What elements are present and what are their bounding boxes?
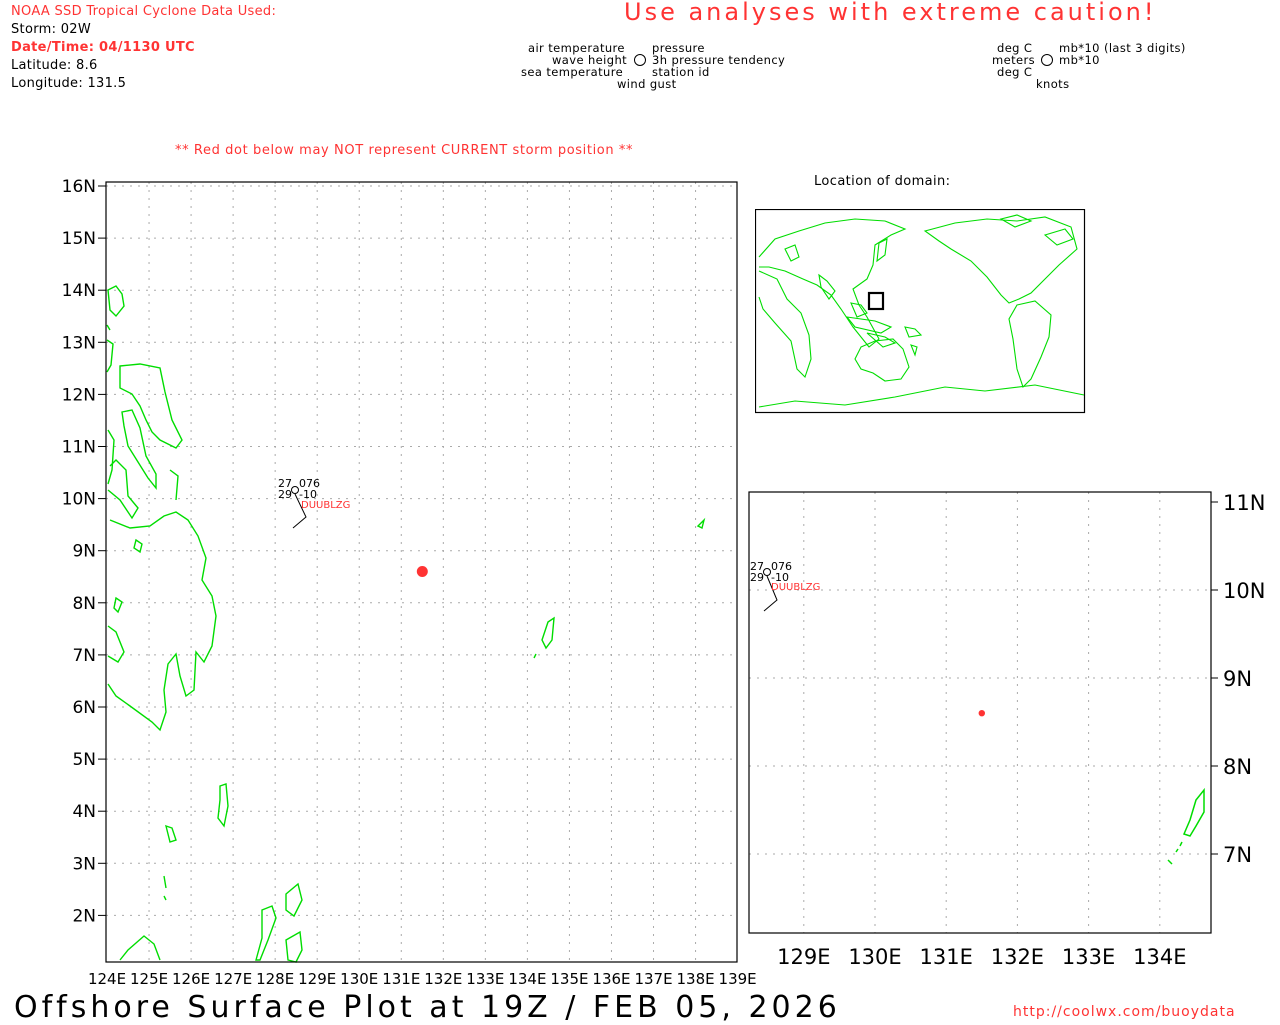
zoom-lon-label: 133E: [1062, 945, 1115, 969]
zoom-lon-label: 131E: [920, 945, 973, 969]
zoom-station-plot[interactable]: 27 076 29 -10 DUUBLZG: [750, 560, 820, 612]
zoom-lon-labels: 129E 130E 131E 132E 133E 134E: [777, 945, 1186, 969]
zoom-map: 11N 10N 9N 8N 7N 129E 130E 131E 132E 133E 134E 27…: [748, 491, 1265, 969]
zoom-lat-label: 10N: [1223, 579, 1265, 603]
zoom-lon-label: 134E: [1133, 945, 1186, 969]
footer-title: Offshore Surface Plot at 19Z / FEB 05, 2…: [14, 990, 841, 1025]
zoom-lat-label: 9N: [1223, 667, 1252, 691]
footer-url[interactable]: http://coolwx.com/buoydata: [1013, 1004, 1236, 1020]
zoom-station-sea-temp: 29: [750, 571, 764, 584]
zoom-station-id: DUUBLZG: [771, 582, 820, 593]
zoom-lon-label: 132E: [991, 945, 1044, 969]
zoom-lat-label: 11N: [1223, 491, 1265, 515]
zoom-lon-label: 130E: [848, 945, 901, 969]
zoom-station-circle-icon[interactable]: [763, 568, 771, 576]
zoom-lat-labels: 11N 10N 9N 8N 7N: [1223, 491, 1265, 867]
zoom-lat-label: 7N: [1223, 843, 1252, 867]
zoom-storm-position-dot[interactable]: [978, 710, 985, 717]
zoom-map-coastlines: [1167, 787, 1205, 865]
zoom-lon-label: 129E: [777, 945, 830, 969]
zoom-lat-label: 8N: [1223, 755, 1252, 779]
